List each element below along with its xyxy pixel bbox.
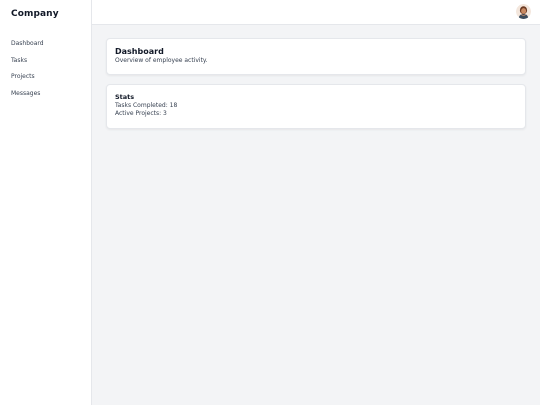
dashboard-subtitle: Overview of employee activity. (115, 57, 208, 64)
stats-card: Stats Tasks Completed: 18 Active Project… (106, 84, 526, 129)
sidebar-item-tasks[interactable]: Tasks (11, 56, 44, 73)
dashboard-card: Dashboard Overview of employee activity. (106, 38, 526, 75)
brand-logo: Company (11, 9, 59, 19)
stats-title: Stats (115, 93, 135, 101)
avatar[interactable] (516, 4, 531, 19)
dashboard-title: Dashboard (115, 47, 164, 56)
sidebar-item-projects[interactable]: Projects (11, 72, 44, 89)
top-bar (92, 0, 540, 25)
sidebar-item-messages[interactable]: Messages (11, 89, 44, 106)
sidebar-item-dashboard[interactable]: Dashboard (11, 39, 44, 56)
sidebar-nav: Dashboard Tasks Projects Messages (11, 39, 44, 105)
tasks-completed-stat: Tasks Completed: 18 (115, 102, 178, 109)
user-avatar-icon (516, 4, 531, 19)
active-projects-stat: Active Projects: 3 (115, 110, 167, 117)
app-root: Company Dashboard Tasks Projects Message… (0, 0, 540, 405)
sidebar: Company Dashboard Tasks Projects Message… (0, 0, 92, 405)
